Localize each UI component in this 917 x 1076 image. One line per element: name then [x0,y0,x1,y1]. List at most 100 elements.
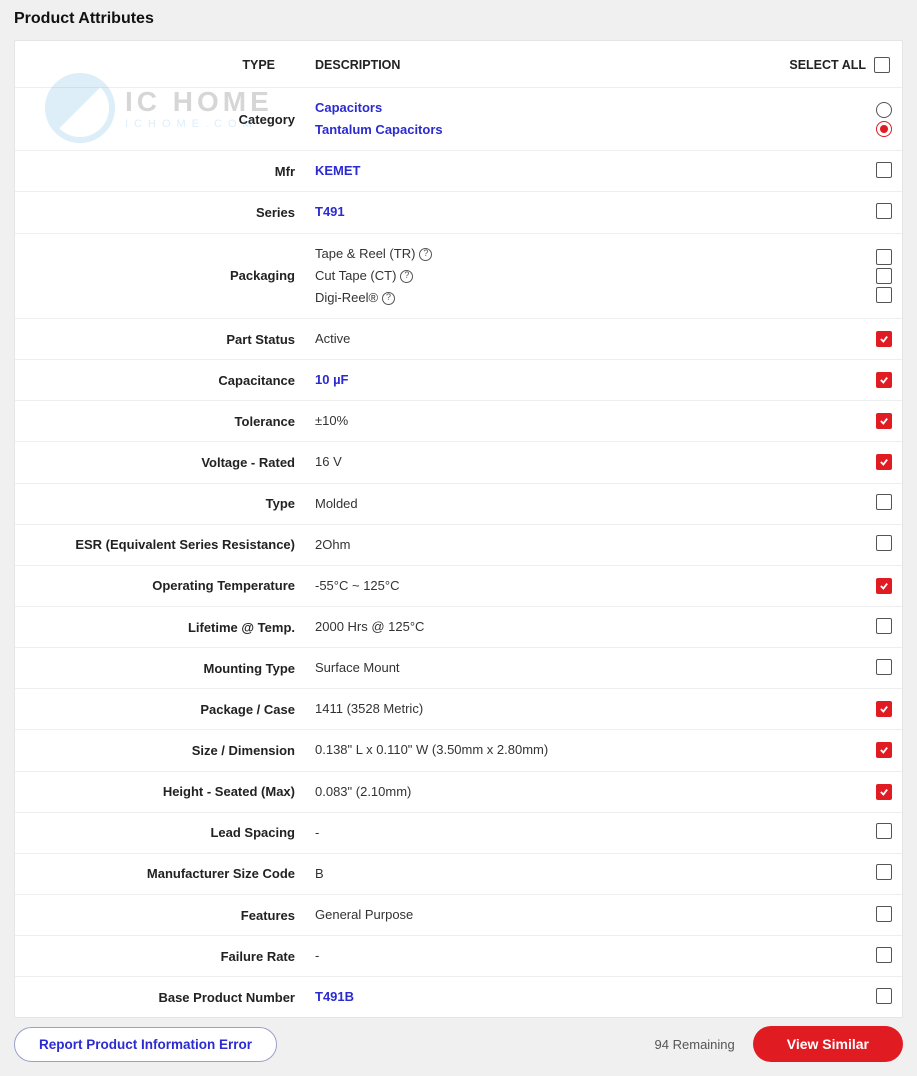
attribute-type: Mounting Type [15,648,305,689]
attribute-description: 1411 (3528 Metric) [305,689,779,730]
attribute-description: 0.138" L x 0.110" W (3.50mm x 2.80mm) [305,730,779,771]
table-row: Features General Purpose [15,894,902,935]
help-icon[interactable]: ? [419,248,432,261]
page-title: Product Attributes [0,0,917,40]
attribute-description: General Purpose [305,894,779,935]
attribute-value: - [315,825,319,840]
attribute-checkbox-16[interactable] [876,823,892,839]
attribute-type: ESR (Equivalent Series Resistance) [15,524,305,565]
attribute-description: B [305,853,779,894]
attribute-select [779,689,902,730]
attribute-select [779,894,902,935]
attribute-link[interactable]: 10 µF [315,372,349,387]
attribute-checkbox-1[interactable] [876,162,892,178]
attribute-value: Molded [315,496,358,511]
attribute-checkbox-3-0[interactable] [876,249,892,265]
attribute-value: General Purpose [315,907,413,922]
attribute-checkbox-20[interactable] [876,988,892,1004]
table-row: MfrKEMET [15,151,902,192]
attribute-checkbox-9[interactable] [876,535,892,551]
attribute-type: Packaging [15,233,305,318]
attribute-checkbox-18[interactable] [876,906,892,922]
attribute-type: Lifetime @ Temp. [15,606,305,647]
attribute-checkbox-3-2[interactable] [876,287,892,303]
attribute-select [779,977,902,1018]
attribute-select [779,771,902,812]
attributes-table: TYPE DESCRIPTION SELECT ALL CategoryCapa… [15,41,902,1017]
attribute-checkbox-17[interactable] [876,864,892,880]
attribute-checkbox-19[interactable] [876,947,892,963]
table-row: Mounting TypeSurface Mount [15,648,902,689]
attribute-type: Capacitance [15,360,305,401]
attribute-select [779,442,902,483]
attribute-select [779,88,902,151]
attribute-type: Package / Case [15,689,305,730]
table-row: Lead Spacing- [15,812,902,853]
attribute-value: 0.138" L x 0.110" W (3.50mm x 2.80mm) [315,742,548,757]
table-row: Operating Temperature-55°C ~ 125°C [15,565,902,606]
attribute-type: Part Status [15,318,305,359]
attribute-value: 16 V [315,454,342,469]
attribute-link[interactable]: T491B [315,989,354,1004]
attribute-checkbox-3-1[interactable] [876,268,892,284]
view-similar-button[interactable]: View Similar [753,1026,903,1062]
attribute-value: Tape & Reel (TR) [315,246,415,261]
attribute-select [779,648,902,689]
attribute-checkbox-4[interactable] [876,331,892,347]
attribute-radio-0-1[interactable] [876,121,892,137]
attribute-checkbox-12[interactable] [876,659,892,675]
attribute-value: Active [315,331,350,346]
attribute-link[interactable]: KEMET [315,163,361,178]
report-error-button[interactable]: Report Product Information Error [14,1027,277,1062]
attribute-radio-0-0[interactable] [876,102,892,118]
attribute-type: Base Product Number [15,977,305,1018]
attribute-checkbox-8[interactable] [876,494,892,510]
footer-bar: Report Product Information Error 94 Rema… [14,1026,903,1062]
attribute-value: 0.083" (2.10mm) [315,784,411,799]
attribute-description: - [305,812,779,853]
attribute-description: Surface Mount [305,648,779,689]
attribute-checkbox-10[interactable] [876,578,892,594]
table-row: Tolerance±10% [15,401,902,442]
attribute-select [779,151,902,192]
attribute-select [779,233,902,318]
attribute-checkbox-5[interactable] [876,372,892,388]
attribute-link[interactable]: T491 [315,204,345,219]
attribute-select [779,853,902,894]
help-icon[interactable]: ? [382,292,395,305]
attribute-description: - [305,936,779,977]
header-type: TYPE [15,41,305,88]
attribute-description: -55°C ~ 125°C [305,565,779,606]
select-all-checkbox[interactable] [874,57,890,73]
attribute-checkbox-11[interactable] [876,618,892,634]
attribute-type: Type [15,483,305,524]
attribute-checkbox-15[interactable] [876,784,892,800]
table-row: Manufacturer Size CodeB [15,853,902,894]
attribute-value: 2Ohm [315,537,350,552]
attribute-value: B [315,866,324,881]
table-row: PackagingTape & Reel (TR)?Cut Tape (CT)?… [15,233,902,318]
attribute-type: Height - Seated (Max) [15,771,305,812]
attribute-description: ±10% [305,401,779,442]
attribute-type: Size / Dimension [15,730,305,771]
attribute-type: Features [15,894,305,935]
table-row: SeriesT491 [15,192,902,233]
attribute-description: T491B [305,977,779,1018]
help-icon[interactable]: ? [400,270,413,283]
header-description: DESCRIPTION [305,41,779,88]
attribute-checkbox-2[interactable] [876,203,892,219]
table-row: Base Product Number T491B [15,977,902,1018]
attribute-value: - [315,948,319,963]
table-row: CategoryCapacitorsTantalum Capacitors [15,88,902,151]
attribute-description: 2000 Hrs @ 125°C [305,606,779,647]
attribute-description: Capacitors Tantalum Capacitors [305,88,779,151]
attribute-checkbox-14[interactable] [876,742,892,758]
attribute-checkbox-13[interactable] [876,701,892,717]
table-row: Type Molded [15,483,902,524]
attribute-link[interactable]: Tantalum Capacitors [315,122,443,137]
attribute-link[interactable]: Capacitors [315,100,382,115]
attribute-checkbox-7[interactable] [876,454,892,470]
attribute-checkbox-6[interactable] [876,413,892,429]
attribute-description: T491 [305,192,779,233]
table-row: Part Status Active [15,318,902,359]
